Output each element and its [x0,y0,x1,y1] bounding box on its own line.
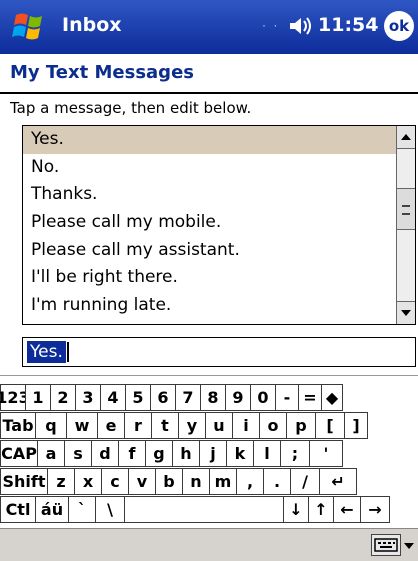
key[interactable]: \ [95,496,125,523]
key[interactable]: p [286,412,316,439]
key[interactable]: . [263,468,291,495]
message-item[interactable]: Yes. [23,126,397,154]
key[interactable]: g [145,440,173,467]
key[interactable]: → [360,496,390,523]
message-item[interactable]: I'll be right there. [23,264,397,292]
down-arrow-icon [401,310,411,316]
key[interactable]: 9 [225,384,251,411]
vertical-scrollbar[interactable] [396,126,415,324]
key[interactable]: b [155,468,183,495]
key[interactable]: e [97,412,125,439]
key[interactable]: 7 [175,384,201,411]
key[interactable]: / [290,468,320,495]
scroll-up-button[interactable] [397,126,415,149]
key[interactable]: ◆ [321,384,343,411]
key[interactable]: 4 [100,384,126,411]
clock[interactable]: 11:54 [318,14,378,36]
command-bar [0,528,418,561]
key[interactable]: n [182,468,210,495]
edit-selected-text: Yes. [27,341,66,363]
key[interactable]: v [128,468,156,495]
message-list-items: Yes. No. Thanks. Please call my mobile. Plea… [23,126,397,324]
key[interactable]: d [91,440,119,467]
message-item[interactable]: I'm running late. [23,292,397,320]
key[interactable]: 8 [200,384,226,411]
key[interactable]: m [209,468,237,495]
message-item[interactable]: No. [23,154,397,182]
key[interactable]: q [35,412,67,439]
key[interactable]: ` [68,496,96,523]
key[interactable]: ← [333,496,361,523]
key[interactable]: 0 [250,384,276,411]
key[interactable]: a [37,440,65,467]
up-arrow-icon [401,134,411,140]
speaker-icon[interactable] [288,15,314,37]
key[interactable]: l [253,440,281,467]
key[interactable]: i [232,412,260,439]
soft-keyboard: 123 1 2 3 4 5 6 7 8 9 0- = ◆ Tab q w e r t y u i o p[] CAP a s d f g h… [0,375,418,529]
key[interactable]: ; [280,440,310,467]
key[interactable]: k [226,440,254,467]
key[interactable]: - [275,384,299,411]
key[interactable]: u [205,412,233,439]
key[interactable]: 6 [150,384,176,411]
message-item[interactable]: Thanks. [23,181,397,209]
message-item[interactable]: Please call my assistant. [23,237,397,265]
key[interactable]: c [101,468,129,495]
text-caret [66,342,69,362]
title-bar: Inbox · · 11:54 ok [0,0,418,54]
keyboard-glyph-icon [374,538,398,552]
key[interactable]: = [298,384,322,411]
keyboard-icon[interactable] [371,534,401,556]
page-title: My Text Messages [10,62,194,83]
key[interactable]: h [172,440,200,467]
scroll-thumb[interactable] [397,188,415,230]
key-space[interactable] [124,496,284,523]
key[interactable]: ↑ [308,496,334,523]
windows-flag-icon[interactable] [12,9,50,45]
key[interactable]: Ctl [0,496,36,523]
key[interactable]: Shift [0,468,48,495]
key[interactable]: 1 [25,384,51,411]
key[interactable]: y [178,412,206,439]
key[interactable]: [ [315,412,345,439]
message-edit-field[interactable]: Yes. [22,337,416,367]
key[interactable]: 5 [125,384,151,411]
key[interactable]: o [259,412,287,439]
sip-menu-arrow-icon[interactable] [404,543,414,549]
ok-button[interactable]: ok [384,11,414,41]
key[interactable]: ' [309,440,343,467]
message-list[interactable]: Yes. No. Thanks. Please call my mobile. Plea… [22,125,416,325]
key[interactable]: j [199,440,227,467]
instruction-text: Tap a message, then edit below. [10,99,252,117]
key[interactable]: CAP [0,440,38,467]
scroll-down-button[interactable] [397,301,415,324]
key[interactable]: Tab [0,412,36,439]
key[interactable]: 123 [0,384,30,411]
thumb-grip-icon [402,205,410,215]
key[interactable]: s [64,440,92,467]
key[interactable]: f [118,440,146,467]
key[interactable]: ↵ [319,468,357,495]
key[interactable]: z [47,468,75,495]
app-title[interactable]: Inbox [62,14,122,36]
key[interactable]: áü [35,496,69,523]
key[interactable]: ] [344,412,368,439]
signal-indicator: · · [262,18,280,32]
message-item[interactable]: Please call my mobile. [23,209,397,237]
key[interactable]: x [74,468,102,495]
key[interactable]: 2 [50,384,76,411]
key[interactable]: 3 [75,384,101,411]
key[interactable]: r [124,412,152,439]
header-divider [0,92,418,94]
key[interactable]: , [236,468,264,495]
key[interactable]: t [151,412,179,439]
key[interactable]: ↓ [283,496,309,523]
key[interactable]: w [66,412,98,439]
